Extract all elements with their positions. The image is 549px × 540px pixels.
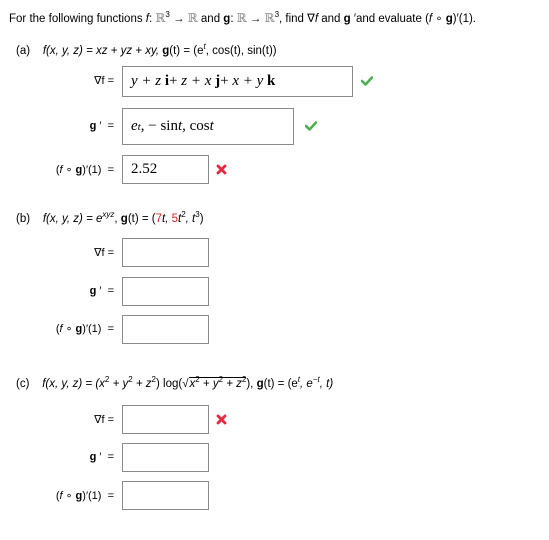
problem-statement: For the following functions f: ℝ3 → ℝ an…	[9, 10, 476, 25]
grad-label: ∇f =	[94, 247, 114, 259]
gprime-label: g ′ =	[89, 120, 114, 132]
part-c-composition-input[interactable]	[122, 481, 209, 510]
grad-label: ∇f =	[94, 414, 114, 426]
part-tag: (c)	[16, 378, 30, 390]
gprime-label: g ′ =	[89, 451, 114, 463]
part-b-gprime-input[interactable]	[122, 277, 209, 306]
composition-label: (f ∘ g)′(1) =	[55, 164, 114, 176]
part-a-gprime-input[interactable]: et, − sin t , cos t	[122, 108, 294, 145]
gprime-label: g ′ =	[89, 285, 114, 297]
check-icon	[361, 76, 373, 86]
part-c-gprime-input[interactable]	[122, 443, 209, 472]
composition-label: (f ∘ g)′(1) =	[55, 490, 114, 502]
part-b-definition: (b) f(x, y, z) = exyz, g(t) = (7t, 5t2, …	[16, 210, 204, 225]
part-c-grad-input[interactable]	[122, 405, 209, 434]
part-tag: (b)	[16, 213, 31, 225]
composition-label: (f ∘ g)′(1) =	[55, 323, 114, 335]
part-b-grad-input[interactable]	[122, 238, 209, 267]
grad-label: ∇f =	[94, 75, 114, 87]
part-a-composition-input[interactable]: 2.52	[122, 155, 209, 184]
part-a-definition: (a) f(x, y, z) = xz + yz + xy, g(t) = (e…	[16, 42, 277, 57]
check-icon	[305, 121, 317, 131]
part-tag: (a)	[16, 45, 31, 57]
cross-icon	[216, 164, 227, 175]
cross-icon	[216, 414, 227, 425]
part-b-composition-input[interactable]	[122, 315, 209, 344]
part-a-grad-input[interactable]: y + z i + z + x j + x + y k	[122, 66, 353, 97]
part-c-definition: (c) f(x, y, z) = (x2 + y2 + z2) log(√x2 …	[16, 375, 334, 390]
